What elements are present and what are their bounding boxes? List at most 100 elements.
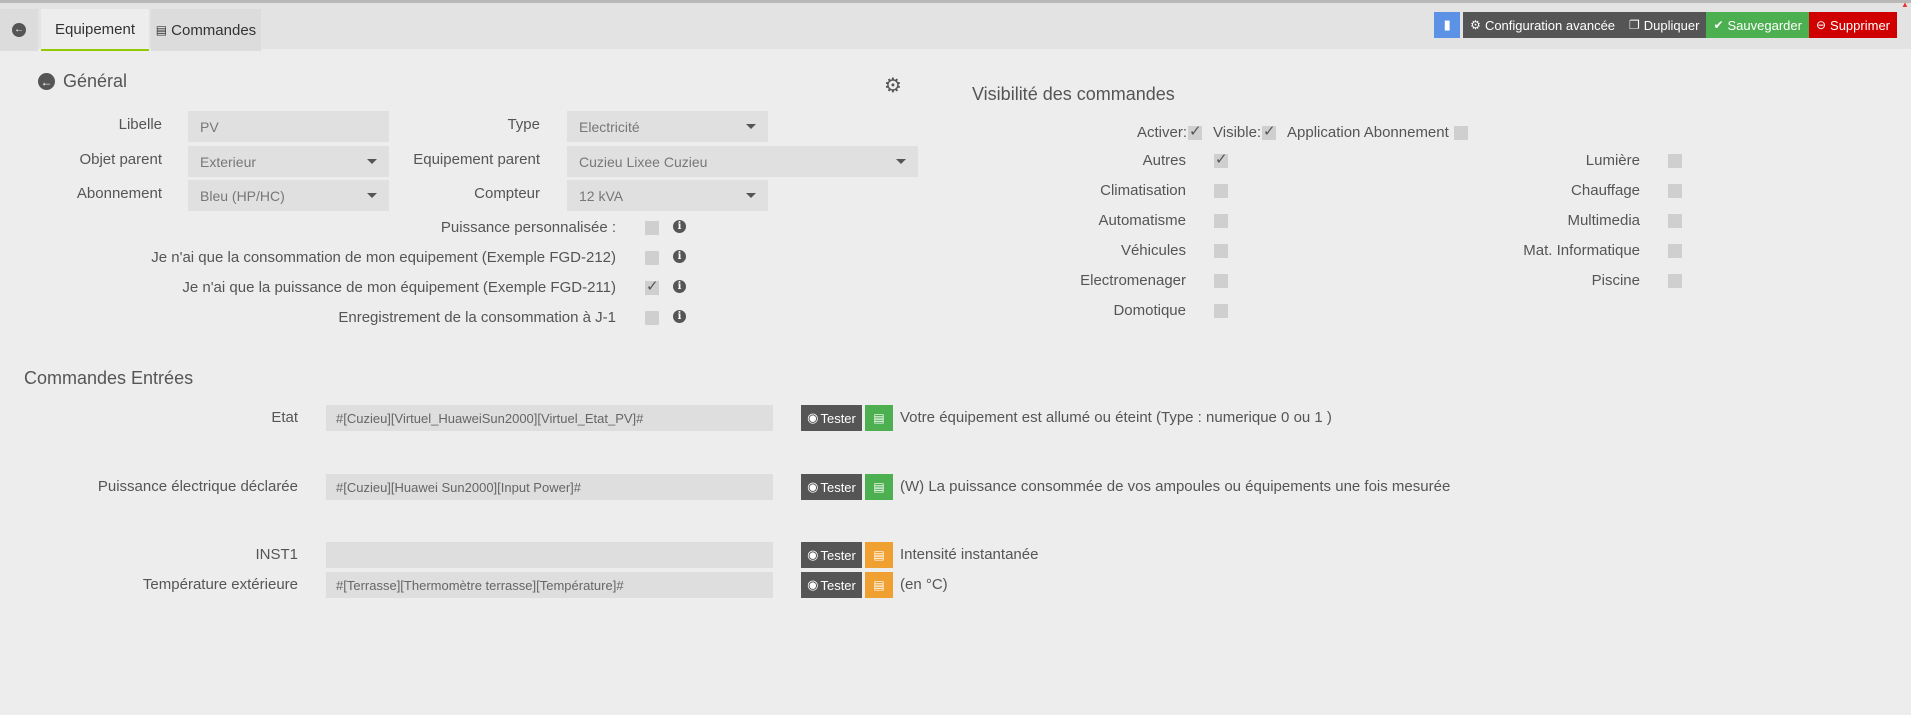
commande-label: Puissance électrique déclarée — [97, 478, 298, 495]
option-checkbox[interactable] — [645, 311, 659, 325]
option-checkbox[interactable] — [645, 277, 659, 295]
minus-circle-icon: ⊖ — [1815, 18, 1827, 32]
objet-parent-label: Objet parent — [79, 151, 162, 168]
application-label: Application Abonnement : — [1287, 124, 1458, 141]
visibility-item-label: Climatisation — [1100, 182, 1186, 199]
activer-label: Activer: — [1137, 124, 1188, 141]
commande-description: Votre équipement est allumé ou éteint (T… — [900, 409, 1332, 426]
visibility-checkbox[interactable] — [1668, 244, 1682, 258]
visibility-item-label: Autres — [1142, 152, 1186, 169]
commande-description: Intensité instantanée — [900, 546, 1039, 563]
general-title-text: Général — [63, 71, 128, 91]
visibility-item-label: Electromenager — [1080, 272, 1186, 289]
visibility-item-label: Automatisme — [1098, 212, 1186, 229]
option-label: Je n'ai que la consommation de mon equip… — [151, 249, 616, 266]
rss-icon: ◉ — [807, 577, 819, 592]
abonnement-select[interactable]: Bleu (HP/HC) — [188, 180, 389, 211]
visibility-item-label: Domotique — [1113, 302, 1186, 319]
equipement-parent-label: Equipement parent — [413, 151, 540, 168]
visible-checkbox[interactable] — [1262, 122, 1276, 140]
visibility-checkbox[interactable] — [1668, 184, 1682, 198]
tab-equipement-label: Equipement — [54, 20, 136, 38]
tester-label: Tester — [820, 547, 856, 563]
visibility-item-label: Lumière — [1585, 152, 1640, 169]
tab-commandes[interactable]: ▤ Commandes — [151, 9, 261, 51]
book-icon: ▮ — [1443, 17, 1451, 32]
info-icon[interactable]: i — [673, 220, 686, 233]
abonnement-label: Abonnement — [76, 185, 162, 202]
tab-commandes-label: Commandes — [171, 21, 257, 39]
general-title: ← Général — [38, 71, 127, 92]
back-tab[interactable]: ← — [0, 9, 38, 51]
sauvegarder-label: Sauvegarder — [1727, 17, 1802, 33]
option-checkbox[interactable] — [645, 221, 659, 235]
commande-label: Etat — [271, 409, 298, 426]
visibility-checkbox[interactable] — [1214, 274, 1228, 288]
dupliquer-label: Dupliquer — [1643, 17, 1700, 33]
commande-input[interactable]: #[Terrasse][Thermomètre terrasse][Tempér… — [326, 572, 773, 598]
activer-checkbox[interactable] — [1188, 122, 1202, 140]
equipement-parent-select[interactable]: Cuzieu Lixee Cuzieu — [567, 146, 918, 177]
list-icon: ▤ — [155, 23, 168, 37]
list-icon[interactable]: ▤ — [865, 474, 893, 500]
tab-bar: ← Equipement ▤ Commandes ▮ ⚙ Configuration… — [0, 3, 1911, 51]
supprimer-label: Supprimer — [1830, 17, 1890, 33]
list-icon[interactable]: ▤ — [865, 542, 893, 568]
option-checkbox[interactable] — [645, 251, 659, 265]
visibility-checkbox[interactable] — [1214, 150, 1228, 168]
list-icon[interactable]: ▤ — [865, 572, 893, 598]
objet-parent-select[interactable]: Exterieur — [188, 146, 389, 177]
visibility-item-label: Véhicules — [1120, 242, 1186, 259]
gears-icon[interactable]: ⚙ — [884, 73, 902, 98]
compteur-select[interactable]: 12 kVA — [567, 180, 768, 211]
tester-button[interactable]: ◉ Tester — [801, 572, 862, 598]
visibility-checkbox[interactable] — [1668, 274, 1682, 288]
commande-description: (en °C) — [900, 576, 948, 593]
visibility-item-label: Piscine — [1591, 272, 1640, 289]
application-checkbox[interactable] — [1454, 126, 1468, 140]
visibilite-title: Visibilité des commandes — [972, 84, 1175, 104]
option-label: Je n'ai que la puissance de mon équipeme… — [182, 279, 616, 296]
info-icon[interactable]: i — [673, 280, 686, 293]
commande-label: INST1 — [255, 546, 298, 563]
dupliquer-button[interactable]: ❐ Dupliquer — [1622, 12, 1707, 38]
copy-icon: ❐ — [1629, 18, 1640, 32]
option-label: Enregistrement de la consommation à J-1 — [338, 309, 616, 326]
visibility-checkbox[interactable] — [1214, 244, 1228, 258]
type-select[interactable]: Electricité — [567, 111, 768, 142]
supprimer-button[interactable]: ⊖ Supprimer — [1808, 12, 1897, 38]
option-label: Puissance personnalisée : — [440, 219, 616, 236]
arrow-left-circle-icon[interactable]: ← — [38, 73, 55, 90]
book-button[interactable]: ▮ — [1434, 12, 1461, 38]
info-icon[interactable]: i — [673, 310, 686, 323]
info-icon[interactable]: i — [673, 250, 686, 263]
visible-label: Visible: — [1213, 124, 1262, 141]
tester-button[interactable]: ◉ Tester — [801, 405, 862, 431]
scroll-up-icon[interactable]: ▲ — [1901, 0, 1911, 10]
rss-icon: ◉ — [807, 479, 819, 494]
list-icon[interactable]: ▤ — [865, 405, 893, 431]
sauvegarder-button[interactable]: ✔ Sauvegarder — [1706, 12, 1809, 38]
compteur-label: Compteur — [474, 185, 540, 202]
tester-button[interactable]: ◉ Tester — [801, 542, 862, 568]
visibility-checkbox[interactable] — [1668, 154, 1682, 168]
tab-equipement[interactable]: Equipement — [41, 9, 149, 51]
commande-label: Température extérieure — [142, 576, 298, 593]
tester-label: Tester — [820, 577, 856, 593]
tester-label: Tester — [820, 479, 856, 495]
tester-button[interactable]: ◉ Tester — [801, 474, 862, 500]
visibility-checkbox[interactable] — [1214, 184, 1228, 198]
tester-label: Tester — [820, 410, 856, 426]
commande-input[interactable]: #[Cuzieu][Huawei Sun2000][Input Power]# — [326, 474, 773, 500]
visibility-checkbox[interactable] — [1668, 214, 1682, 228]
visibility-checkbox[interactable] — [1214, 304, 1228, 318]
commande-input[interactable] — [326, 542, 773, 568]
visibility-checkbox[interactable] — [1214, 214, 1228, 228]
gears-icon: ⚙ — [1470, 18, 1481, 32]
toolbar: ▮ ⚙ Configuration avancée ❐ Dupliquer ✔ Sau… — [1434, 12, 1897, 38]
commande-input[interactable]: #[Cuzieu][Virtuel_HuaweiSun2000][Virtuel… — [326, 405, 773, 431]
type-label: Type — [507, 116, 540, 133]
configuration-button[interactable]: ⚙ Configuration avancée — [1463, 12, 1623, 38]
libelle-input[interactable]: PV — [188, 111, 389, 142]
visibility-item-label: Multimedia — [1567, 212, 1640, 229]
